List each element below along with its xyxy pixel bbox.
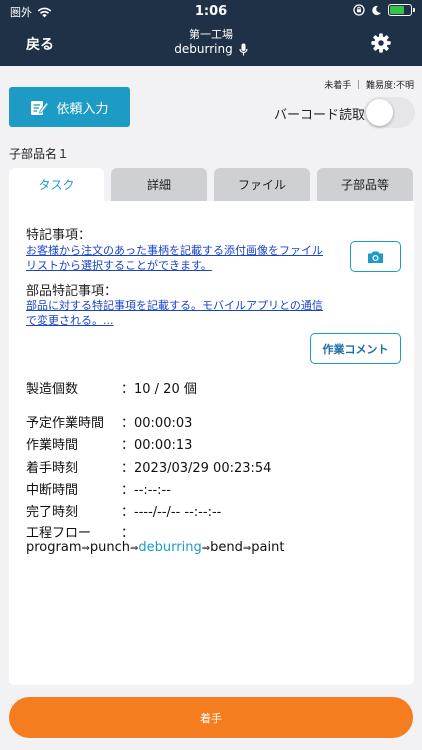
row-label-complete-time: 完了時刻 <box>26 505 79 520</box>
tab-detail[interactable]: 詳細 <box>111 168 207 201</box>
flow-step: program <box>26 540 82 555</box>
toggle-knob <box>366 99 393 126</box>
flow-arrow: ⇒ <box>81 543 90 554</box>
start-button[interactable]: 着手 <box>9 697 413 738</box>
barcode-label: バーコード読取 <box>274 108 366 123</box>
tab-child-parts[interactable]: 子部品等 <box>317 168 413 201</box>
request-input-button[interactable]: 依頼入力 <box>9 87 130 127</box>
special-notes-title: 特記事項： <box>26 228 92 243</box>
process-flow: program⇒punch⇒deburring⇒bend⇒paint <box>26 540 284 555</box>
request-input-label: 依頼入力 <box>56 101 109 117</box>
tab-task[interactable]: タスク <box>9 168 104 205</box>
part-name: 子部品名１ <box>9 147 70 161</box>
part-special-notes-link-line2[interactable]: で変更される。... <box>26 313 114 328</box>
battery-icon <box>388 4 415 16</box>
flow-step: paint <box>251 540 285 555</box>
special-notes-link-line2[interactable]: リストから選択することができます。 <box>26 258 212 273</box>
lock-rotation-icon <box>353 4 365 16</box>
row-value-planned-time: ：00:00:03 <box>121 416 193 431</box>
row-label-start-time: 着手時刻 <box>26 461 79 476</box>
special-notes-link-line1[interactable]: お客様から注文のあった事柄を記載する添付画像をファイル <box>26 243 323 258</box>
row-label-process-flow: 工程フロー <box>26 526 92 541</box>
camera-icon <box>368 251 383 263</box>
row-value-complete-time: ：----/--/-- --:--:-- <box>121 505 222 520</box>
barcode-toggle[interactable] <box>364 97 415 128</box>
row-label-work-time: 作業時間 <box>26 438 79 453</box>
row-label-quantity: 製造個数 <box>26 382 79 397</box>
moon-icon <box>372 5 381 15</box>
camera-button[interactable] <box>350 241 401 272</box>
row-label-planned-time: 予定作業時間 <box>26 416 105 431</box>
status-badge: 未着手 ｜ 難易度:不明 <box>324 81 414 91</box>
app-header: 圏外 1:06 戻る 第一工場 deburring <box>0 0 422 66</box>
row-value-start-time: ：2023/03/29 00:23:54 <box>121 461 272 476</box>
flow-step: bend <box>210 540 243 555</box>
gear-icon[interactable] <box>370 32 392 54</box>
nav-title: 第一工場 deburring <box>0 27 422 57</box>
microphone-icon[interactable] <box>239 43 248 56</box>
tab-files[interactable]: ファイル <box>214 168 310 201</box>
row-value-process-flow: ： <box>121 526 135 541</box>
flow-arrow: ⇒ <box>201 543 211 554</box>
row-value-pause-time: ：--:--:-- <box>121 483 171 498</box>
flow-arrow: ⇒ <box>242 543 252 554</box>
row-value-quantity: ：10 / 20 個 <box>121 382 197 397</box>
work-comment-button[interactable]: 作業コメント <box>310 333 401 364</box>
status-bar: 圏外 1:06 <box>0 4 422 20</box>
factory-name: 第一工場 <box>189 28 233 41</box>
process-name: deburring <box>174 42 233 56</box>
edit-icon <box>31 100 50 115</box>
row-label-pause-time: 中断時間 <box>26 483 79 498</box>
flow-step: punch <box>89 540 131 555</box>
part-special-notes-link-line1[interactable]: 部品に対する特記事項を記載する。モバイルアプリとの通信 <box>26 298 323 313</box>
flow-step-current: deburring <box>138 540 202 555</box>
part-special-notes-title: 部品特記事項： <box>26 284 118 299</box>
row-value-work-time: ：00:00:13 <box>121 438 193 453</box>
process-row: deburring <box>174 42 248 57</box>
status-icons <box>353 4 415 16</box>
